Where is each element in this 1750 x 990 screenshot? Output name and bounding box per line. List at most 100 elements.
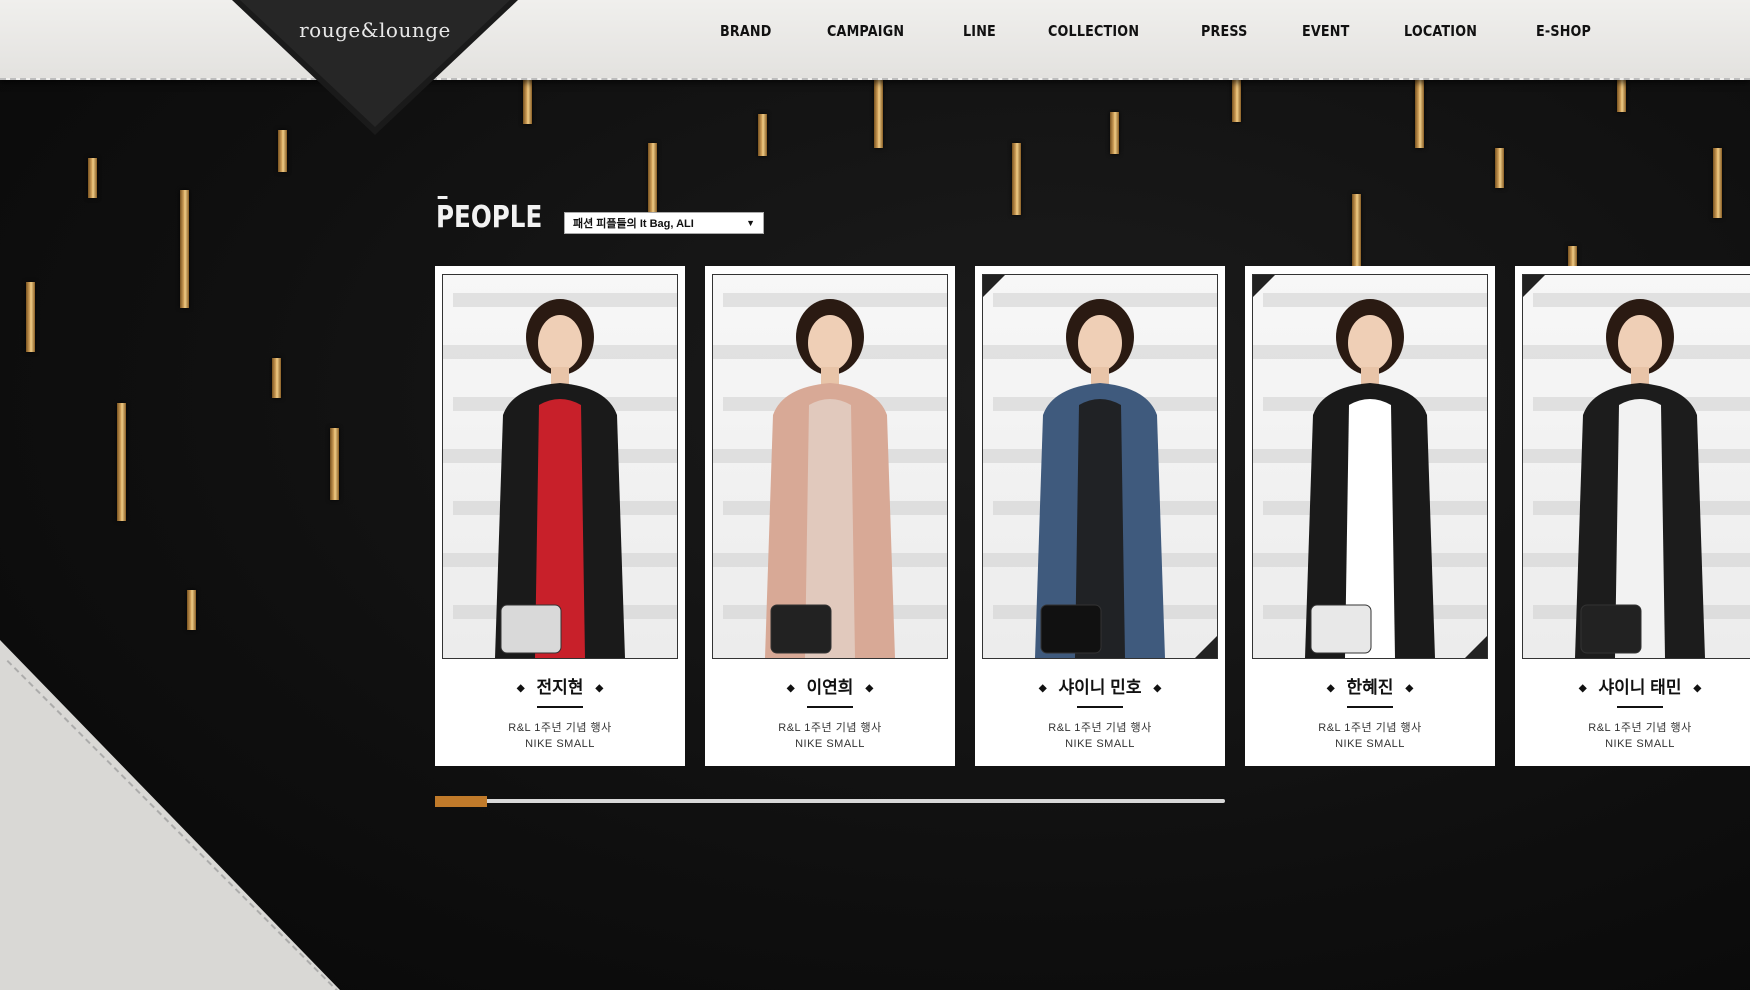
nav-event[interactable]: EVENT: [1302, 22, 1350, 40]
neck-shape: [551, 367, 569, 385]
gold-bar: [1713, 148, 1722, 218]
section-title: PEOPLE: [436, 196, 543, 235]
person-card[interactable]: ◆ 샤이니 민호 ◆ R&L 1주년 기념 행사 NIKE SMALL: [975, 266, 1225, 766]
event-label: R&L 1주년 기념 행사: [778, 722, 882, 734]
nav-eshop[interactable]: E-SHOP: [1536, 22, 1591, 40]
chevron-down-icon: ▼: [746, 218, 755, 228]
person-desc: R&L 1주년 기념 행사 NIKE SMALL: [712, 720, 948, 752]
gold-bar: [648, 143, 657, 213]
name-underline: [537, 706, 583, 708]
bag-shape: [1310, 604, 1372, 654]
person-photo: [982, 274, 1218, 659]
face-shape: [1348, 315, 1392, 371]
event-label: R&L 1주년 기념 행사: [508, 722, 612, 734]
gold-bar: [874, 78, 883, 148]
carousel-scroll-thumb[interactable]: [435, 796, 487, 807]
gold-bar: [523, 78, 532, 124]
gold-bar: [1617, 78, 1626, 112]
bag-shape: [1580, 604, 1642, 654]
photo-illustration: [983, 293, 1217, 658]
person-card[interactable]: ◆ 샤이니 태민 ◆ R&L 1주년 기념 행사 NIKE SMALL: [1515, 266, 1750, 766]
neck-shape: [1631, 367, 1649, 385]
gold-bar: [88, 158, 97, 198]
person-desc: R&L 1주년 기념 행사 NIKE SMALL: [442, 720, 678, 752]
face-shape: [808, 315, 852, 371]
person-desc: R&L 1주년 기념 행사 NIKE SMALL: [1522, 720, 1750, 752]
bag-shape: [770, 604, 832, 654]
gold-bar: [1495, 148, 1504, 188]
diamond-icon: ◆: [1153, 683, 1162, 695]
photo-illustration: [443, 293, 677, 658]
neck-shape: [1361, 367, 1379, 385]
gold-bar: [272, 358, 281, 398]
carousel-scroll-track[interactable]: [435, 799, 1225, 803]
gold-bar: [278, 130, 287, 172]
gold-bar: [1012, 143, 1021, 215]
person-card[interactable]: ◆ 한혜진 ◆ R&L 1주년 기념 행사 NIKE SMALL: [1245, 266, 1495, 766]
diamond-icon: ◆: [1038, 683, 1047, 695]
name-underline: [807, 706, 853, 708]
face-shape: [1618, 315, 1662, 371]
gold-bar: [180, 190, 189, 308]
nav-campaign[interactable]: CAMPAIGN: [827, 22, 904, 40]
gold-bar: [330, 428, 339, 500]
person-card[interactable]: ◆ 이연희 ◆ R&L 1주년 기념 행사 NIKE SMALL: [705, 266, 955, 766]
person-photo: [442, 274, 678, 659]
bag-label: NIKE SMALL: [1065, 738, 1135, 750]
nav-press[interactable]: PRESS: [1201, 22, 1248, 40]
gold-bar: [117, 403, 126, 521]
nav-line[interactable]: LINE: [963, 22, 996, 40]
name-underline: [1077, 706, 1123, 708]
page-background: rouge&lounge BRAND CAMPAIGN LINE COLLECT…: [0, 0, 1750, 990]
diamond-icon: ◆: [1326, 683, 1335, 695]
diamond-icon: ◆: [516, 683, 525, 695]
gold-bar: [26, 282, 35, 352]
gold-bar: [1352, 194, 1361, 266]
face-shape: [538, 315, 582, 371]
filter-dropdown[interactable]: 패션 피플들의 It Bag, ALI ▼: [564, 212, 764, 234]
gold-bar: [187, 590, 196, 630]
person-name: ◆ 샤이니 민호 ◆: [1038, 678, 1162, 697]
name-underline: [1347, 706, 1393, 708]
nav-collection[interactable]: COLLECTION: [1048, 22, 1139, 40]
diamond-icon: ◆: [1578, 683, 1587, 695]
bag-label: NIKE SMALL: [1605, 738, 1675, 750]
bag-shape: [500, 604, 562, 654]
main-nav: BRAND CAMPAIGN LINE COLLECTION PRESS EVE…: [720, 22, 1647, 40]
person-photo: [712, 274, 948, 659]
gold-bar: [1415, 78, 1424, 148]
gold-bar: [1110, 112, 1119, 154]
bag-label: NIKE SMALL: [525, 738, 595, 750]
leather-corner: [0, 640, 340, 990]
face-shape: [1078, 315, 1122, 371]
diamond-icon: ◆: [865, 683, 874, 695]
gold-bar: [1568, 246, 1577, 266]
photo-corner: [1253, 275, 1275, 297]
person-desc: R&L 1주년 기념 행사 NIKE SMALL: [1252, 720, 1488, 752]
people-carousel: ◆ 전지현 ◆ R&L 1주년 기념 행사 NIKE SMALL ◆ 이연희 ◆ R&L…: [435, 266, 1750, 766]
section-title-text: PEOPLE: [436, 200, 543, 235]
photo-illustration: [1253, 293, 1487, 658]
diamond-icon: ◆: [595, 683, 604, 695]
filter-value: 패션 피플들의 It Bag, ALI: [573, 218, 694, 230]
person-name: ◆ 이연희 ◆: [786, 678, 874, 697]
brand-logo[interactable]: rouge&lounge: [270, 18, 480, 42]
nav-brand[interactable]: BRAND: [720, 22, 772, 40]
title-dash: [437, 196, 448, 199]
photo-illustration: [713, 293, 947, 658]
photo-illustration: [1523, 293, 1750, 658]
event-label: R&L 1주년 기념 행사: [1588, 722, 1692, 734]
person-desc: R&L 1주년 기념 행사 NIKE SMALL: [982, 720, 1218, 752]
photo-corner: [1523, 275, 1545, 297]
gold-bar: [758, 114, 767, 156]
photo-corner: [1195, 636, 1217, 658]
person-card[interactable]: ◆ 전지현 ◆ R&L 1주년 기념 행사 NIKE SMALL: [435, 266, 685, 766]
nav-location[interactable]: LOCATION: [1404, 22, 1477, 40]
person-photo: [1522, 274, 1750, 659]
person-name: ◆ 전지현 ◆: [516, 678, 604, 697]
photo-corner: [1465, 636, 1487, 658]
event-label: R&L 1주년 기념 행사: [1318, 722, 1422, 734]
diamond-icon: ◆: [786, 683, 795, 695]
gold-bar: [1232, 78, 1241, 122]
neck-shape: [821, 367, 839, 385]
